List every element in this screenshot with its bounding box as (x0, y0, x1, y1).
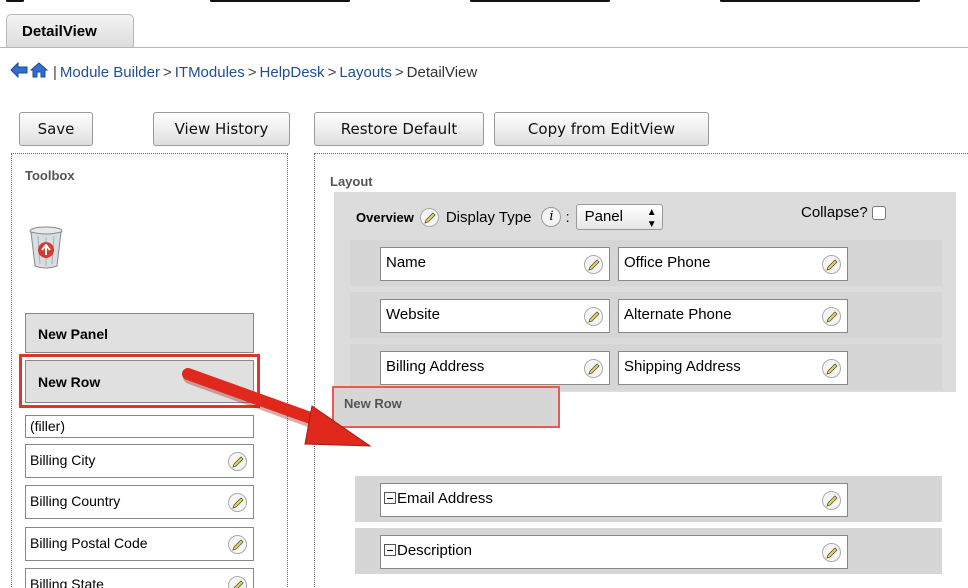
crumb-itmodules[interactable]: ITModules (175, 64, 245, 81)
field-label: Website (386, 306, 440, 323)
display-type-value: Panel (584, 208, 623, 225)
collapse-label: Collapse? (801, 204, 868, 221)
toolbox-field-billing-country[interactable]: Billing Country (25, 485, 254, 519)
module-builder-detailview: DetailView | Module Builder > ITModules … (0, 0, 968, 588)
cropped-text-strip (0, 0, 968, 8)
collapse-control: Collapse? (801, 204, 886, 221)
edit-pencil-icon[interactable] (822, 543, 841, 562)
crumb-layouts[interactable]: Layouts (339, 64, 392, 81)
edit-pencil-icon[interactable] (584, 255, 603, 274)
display-type-colon: : (565, 208, 570, 226)
layout-field-shipping-address[interactable]: Shipping Address (618, 351, 848, 385)
updown-icon: ▲ ▼ (646, 207, 657, 230)
field-label: Description (384, 542, 472, 559)
field-label: Billing State (30, 576, 104, 588)
toolbox-new-panel[interactable]: New Panel (25, 313, 254, 353)
crumb-helpdesk[interactable]: HelpDesk (260, 64, 325, 81)
breadcrumb: | Module Builder > ITModules > HelpDesk … (10, 61, 478, 82)
collapse-minus-icon[interactable] (384, 492, 396, 504)
toolbox-title: Toolbox (25, 168, 75, 183)
tab-detailview[interactable]: DetailView (6, 14, 134, 48)
field-label: Shipping Address (624, 358, 741, 375)
info-icon[interactable]: i (541, 207, 562, 227)
field-label: Name (386, 254, 427, 271)
field-label: Office Phone (624, 254, 711, 271)
field-label: Email Address (384, 490, 493, 507)
collapse-checkbox[interactable] (871, 205, 886, 220)
layout-field-description[interactable]: Description (380, 535, 848, 569)
field-label: Billing City (30, 452, 96, 468)
edit-pencil-icon[interactable] (822, 359, 841, 378)
edit-pencil-icon[interactable] (584, 307, 603, 326)
edit-pencil-icon[interactable] (419, 207, 439, 227)
save-button[interactable]: Save (19, 112, 93, 146)
crumb-current: DetailView (406, 63, 478, 81)
restore-default-button[interactable]: Restore Default (314, 112, 484, 146)
field-label: Alternate Phone (624, 306, 732, 323)
edit-pencil-icon[interactable] (822, 491, 841, 510)
field-label: Billing Address (386, 358, 485, 375)
layout-field-alternate-phone[interactable]: Alternate Phone (618, 299, 848, 333)
crumb-module-builder[interactable]: Module Builder (60, 64, 160, 81)
panel-header: Overview Display Type i : Panel ▲ ▼ (356, 204, 663, 230)
edit-pencil-icon[interactable] (228, 535, 247, 554)
edit-pencil-icon[interactable] (228, 576, 247, 588)
tab-divider (0, 47, 968, 48)
drag-arrow-icon (182, 368, 372, 447)
recycle-bin-icon[interactable] (28, 226, 64, 275)
layout-field-name[interactable]: Name (380, 247, 610, 281)
field-label: Billing Postal Code (30, 535, 148, 551)
layout-field-office-phone[interactable]: Office Phone (618, 247, 848, 281)
display-type-label: Display Type (445, 208, 532, 226)
edit-pencil-icon[interactable] (584, 359, 603, 378)
layout-title: Layout (330, 174, 373, 189)
layout-field-billing-address[interactable]: Billing Address (380, 351, 610, 385)
layout-field-website[interactable]: Website (380, 299, 610, 333)
edit-pencil-icon[interactable] (228, 493, 247, 512)
field-label: Billing Country (30, 493, 121, 509)
copy-from-editview-button[interactable]: Copy from EditView (494, 112, 709, 146)
edit-pencil-icon[interactable] (822, 307, 841, 326)
display-type-select[interactable]: Panel ▲ ▼ (575, 204, 663, 230)
toolbox-field-billing-state[interactable]: Billing State (25, 568, 254, 588)
view-history-button[interactable]: View History (153, 112, 290, 146)
back-arrow-icon[interactable] (10, 61, 28, 82)
edit-pencil-icon[interactable] (822, 255, 841, 274)
home-icon[interactable] (29, 62, 49, 82)
layout-field-email-address[interactable]: Email Address (380, 483, 848, 517)
panel-name: Overview (356, 209, 414, 225)
collapse-minus-icon[interactable] (384, 544, 396, 556)
toolbox-field-billing-postal-code[interactable]: Billing Postal Code (25, 527, 254, 561)
